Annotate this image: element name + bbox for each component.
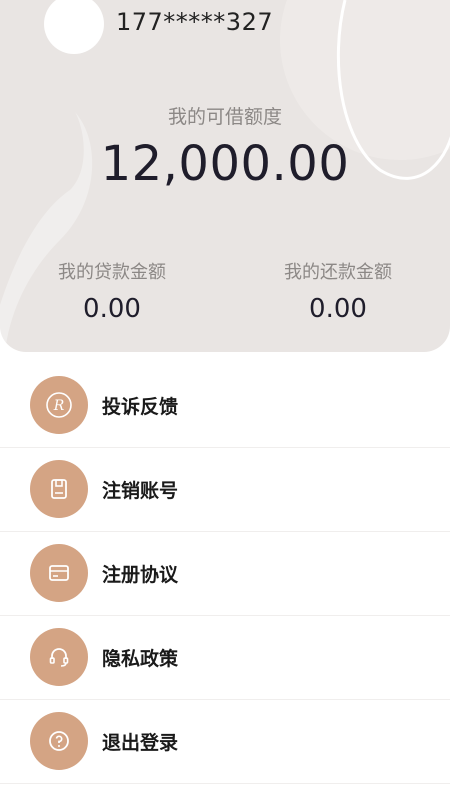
- repay-amount-value: 0.00: [309, 294, 367, 324]
- menu-item-label: 投诉反馈: [102, 396, 179, 418]
- r-logo-icon: R: [30, 376, 88, 434]
- question-icon: [30, 712, 88, 770]
- repay-amount-stat: 我的还款金额 0.00: [238, 260, 438, 324]
- credit-limit-label: 我的可借额度: [167, 106, 282, 128]
- repay-amount-label: 我的还款金额: [284, 262, 392, 283]
- menu-item-label: 退出登录: [102, 732, 179, 754]
- loan-amount-value: 0.00: [83, 294, 141, 324]
- menu-item-logout[interactable]: 退出登录: [0, 700, 450, 784]
- loan-amount-stat: 我的贷款金额 0.00: [12, 260, 212, 324]
- menu-item-feedback[interactable]: R 投诉反馈: [0, 364, 450, 448]
- menu-item-label: 隐私政策: [102, 648, 179, 670]
- menu-item-label: 注销账号: [102, 480, 179, 502]
- menu-item-privacy-policy[interactable]: 隐私政策: [0, 616, 450, 700]
- document-icon: [30, 460, 88, 518]
- menu-item-label: 注册协议: [102, 564, 179, 586]
- card-icon: [30, 544, 88, 602]
- settings-menu: R 投诉反馈 注销账号 注册协议 隐私政策 退出登录: [0, 364, 450, 784]
- headset-icon: [30, 628, 88, 686]
- profile-page: 177*****327 我的可借额度 12,000.00 我的贷款金额 0.00…: [0, 0, 450, 800]
- menu-item-deactivate-account[interactable]: 注销账号: [0, 448, 450, 532]
- loan-amount-label: 我的贷款金额: [58, 262, 166, 283]
- account-summary-card: 177*****327 我的可借额度 12,000.00 我的贷款金额 0.00…: [0, 0, 450, 352]
- credit-limit-amount: 12,000.00: [100, 136, 350, 192]
- svg-text:R: R: [53, 398, 65, 414]
- phone-number: 177*****327: [116, 8, 274, 36]
- menu-item-registration-agreement[interactable]: 注册协议: [0, 532, 450, 616]
